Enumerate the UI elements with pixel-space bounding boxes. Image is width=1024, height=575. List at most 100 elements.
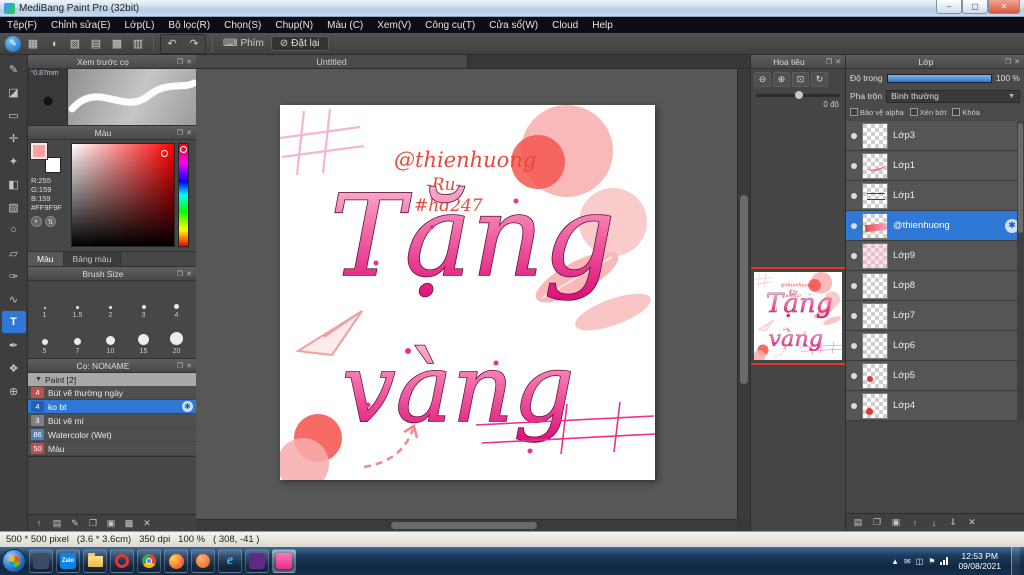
tool-gradient[interactable]: ▨	[2, 196, 26, 218]
brush-item[interactable]: 4 Bút vẽ thường ngày	[28, 386, 196, 400]
chat-icon[interactable]: ◖	[45, 35, 63, 53]
layer-row[interactable]: Lớp4	[846, 391, 1024, 421]
layer-row[interactable]: Lớp9	[846, 241, 1024, 271]
tool-text[interactable]: T	[1, 311, 26, 333]
taskbar-app-2[interactable]	[191, 549, 215, 573]
zoom-out-button[interactable]: ⊖	[754, 72, 771, 87]
saturation-value-picker[interactable]	[71, 143, 175, 247]
canvas-horizontal-scrollbar[interactable]	[196, 519, 737, 531]
color-swatches[interactable]	[30, 142, 61, 173]
redo-button[interactable]: ↷	[183, 35, 205, 53]
delete-layer-icon[interactable]: ✕	[964, 516, 980, 530]
protect-alpha-checkbox[interactable]: Bảo vệ alpha	[850, 107, 904, 117]
popout-icon[interactable]: ❐	[177, 58, 183, 66]
maximize-button[interactable]: ▢	[962, 0, 988, 14]
layer-visibility-icon[interactable]	[851, 132, 857, 139]
menu-snap[interactable]: Chụp(N)	[268, 17, 320, 33]
folder-icon[interactable]: ▣	[103, 516, 119, 530]
duplicate-icon[interactable]: ❐	[85, 516, 101, 530]
slider-thumb[interactable]	[794, 91, 803, 99]
close-panel-icon[interactable]: ✕	[835, 58, 841, 66]
navigator-thumbnail[interactable]	[754, 272, 842, 360]
move-up-icon[interactable]: ↑	[31, 516, 47, 530]
clipping-checkbox[interactable]: Xén bớt	[909, 107, 946, 117]
popout-icon[interactable]: ❐	[826, 58, 832, 66]
tab-palette[interactable]: Bảng màu	[63, 252, 122, 266]
layer-visibility-icon[interactable]	[851, 252, 857, 259]
shortcut-keys-button[interactable]: ⌨ Phím	[219, 38, 268, 49]
menu-window[interactable]: Cửa sổ(W)	[482, 17, 545, 33]
menu-layer[interactable]: Lớp(L)	[118, 17, 162, 33]
menu-color[interactable]: Màu (C)	[320, 17, 370, 33]
move-layer-down-icon[interactable]: ↓	[926, 516, 942, 530]
layer-visibility-icon[interactable]	[851, 282, 857, 289]
tool-magic-wand[interactable]: ✦	[2, 150, 26, 172]
taskbar-clock[interactable]: 12:53 PM 09/08/2021	[953, 551, 1006, 571]
brush-settings-gear-icon[interactable]: ✱	[182, 401, 193, 412]
tool-polygon[interactable]: ▱	[2, 242, 26, 264]
rotate-reset-button[interactable]: ↻	[811, 72, 828, 87]
taskbar-explorer[interactable]	[83, 549, 107, 573]
taskbar-app-1[interactable]	[29, 549, 53, 573]
close-panel-icon[interactable]: ✕	[186, 270, 192, 278]
grid-icon[interactable]: ▩	[121, 516, 137, 530]
tool-bucket[interactable]: ◧	[2, 173, 26, 195]
tray-flag-icon[interactable]: ⚑	[928, 557, 935, 566]
minimize-button[interactable]: –	[936, 0, 962, 14]
taskbar-medibang-active[interactable]	[272, 549, 296, 573]
brush-size-option[interactable]: 4	[160, 283, 193, 319]
tool-curve[interactable]: ∿	[2, 288, 26, 310]
brush-item[interactable]: 86 Watercolor (Wet)	[28, 428, 196, 442]
swap-colors-icon[interactable]: ⇅	[45, 216, 56, 227]
taskbar-zalo[interactable]: Zalo	[56, 549, 80, 573]
layer-row[interactable]: Lớp3	[846, 121, 1024, 151]
tool-pen[interactable]: ✎	[2, 58, 26, 80]
layer-visibility-icon[interactable]	[851, 342, 857, 349]
delete-icon[interactable]: ✕	[139, 516, 155, 530]
drawing-canvas[interactable]	[280, 105, 655, 480]
close-panel-icon[interactable]: ✕	[186, 362, 192, 370]
taskbar-firefox[interactable]	[164, 549, 188, 573]
hue-slider[interactable]	[178, 143, 189, 247]
fit-screen-button[interactable]: ⊡	[792, 72, 809, 87]
popout-icon[interactable]: ❐	[1005, 58, 1011, 66]
scrollbar-thumb[interactable]	[740, 195, 748, 384]
document-tab[interactable]: Untitled	[196, 55, 468, 68]
show-desktop-button[interactable]	[1011, 547, 1020, 575]
brush-size-option[interactable]: 2	[94, 283, 127, 319]
start-button[interactable]	[2, 549, 26, 573]
scrollbar-thumb[interactable]	[390, 522, 537, 529]
new-layer-icon[interactable]: ▤	[850, 516, 866, 530]
save-icon[interactable]: ▦	[24, 35, 42, 53]
brush-item-selected[interactable]: 4 ko bt ✱	[28, 400, 196, 414]
tool-zoom[interactable]: ⊕	[2, 380, 26, 402]
blend-mode-dropdown[interactable]: Bình thường ▼	[886, 89, 1020, 103]
network-icon[interactable]	[940, 557, 949, 565]
edit-icon[interactable]: ✎	[67, 516, 83, 530]
layer-visibility-icon[interactable]	[851, 312, 857, 319]
menu-file[interactable]: Tệp(F)	[0, 17, 44, 33]
hue-marker[interactable]	[180, 146, 187, 153]
taskbar-opera[interactable]	[110, 549, 134, 573]
menu-tools[interactable]: Công cụ(T)	[418, 17, 482, 33]
layers-scrollbar[interactable]	[1017, 121, 1024, 421]
layer-row[interactable]: Lớp1	[846, 151, 1024, 181]
grid-icon[interactable]: ▩	[108, 35, 126, 53]
rotation-slider[interactable]	[756, 91, 840, 99]
taskbar-ie[interactable]: e	[218, 549, 242, 573]
layer-visibility-icon[interactable]	[851, 192, 857, 199]
tray-expand-icon[interactable]: ▲	[891, 557, 899, 566]
tab-color[interactable]: Màu	[28, 252, 64, 266]
zoom-in-button[interactable]: ⊕	[773, 72, 790, 87]
taskbar-chrome[interactable]	[137, 549, 161, 573]
layer-visibility-icon[interactable]	[851, 222, 857, 229]
merge-layer-icon[interactable]: ⇓	[945, 516, 961, 530]
duplicate-layer-icon[interactable]: ❐	[869, 516, 885, 530]
tray-mail-icon[interactable]: ✉	[904, 557, 911, 566]
image-icon[interactable]: ▨	[66, 35, 84, 53]
scrollbar-thumb[interactable]	[1018, 123, 1023, 233]
background-color-swatch[interactable]	[45, 157, 61, 173]
brush-size-option[interactable]: 15	[127, 319, 160, 355]
layer-visibility-icon[interactable]	[851, 372, 857, 379]
tool-move[interactable]: ✛	[2, 127, 26, 149]
